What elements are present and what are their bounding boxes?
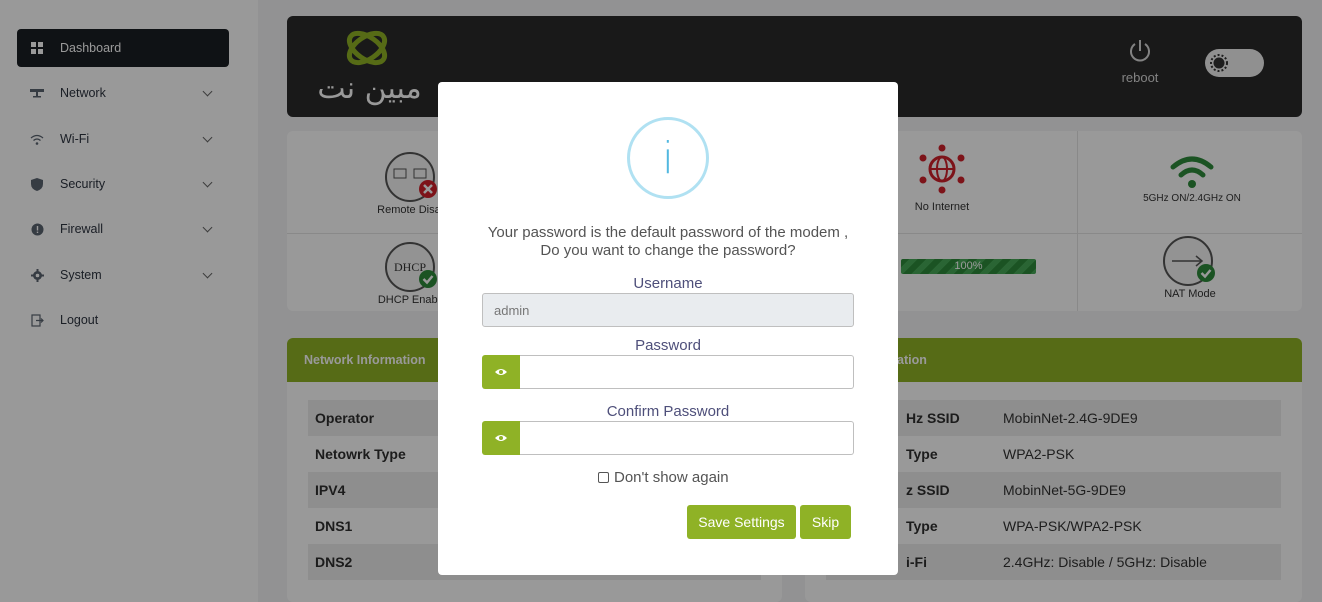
show-password-button[interactable] [482, 355, 520, 389]
save-settings-button[interactable]: Save Settings [687, 505, 796, 539]
confirm-password-field[interactable] [520, 421, 854, 455]
info-icon: i [627, 117, 709, 199]
dialog-message: Your password is the default password of… [487, 224, 849, 259]
username-field[interactable] [482, 293, 854, 327]
dont-show-again-label: Don't show again [614, 469, 729, 486]
password-field[interactable] [520, 355, 854, 389]
confirm-password-group [482, 421, 854, 455]
confirm-password-label: Confirm Password [606, 403, 730, 420]
change-password-dialog: i Your password is the default password … [438, 82, 898, 575]
show-confirm-password-button[interactable] [482, 421, 520, 455]
dont-show-again-option[interactable]: Don't show again [598, 469, 729, 486]
username-label: Username [633, 275, 703, 292]
skip-button[interactable]: Skip [800, 505, 851, 539]
password-label: Password [635, 337, 701, 354]
eye-icon [495, 435, 507, 441]
eye-icon [495, 369, 507, 375]
password-group [482, 355, 854, 389]
dont-show-again-checkbox[interactable] [598, 472, 609, 483]
